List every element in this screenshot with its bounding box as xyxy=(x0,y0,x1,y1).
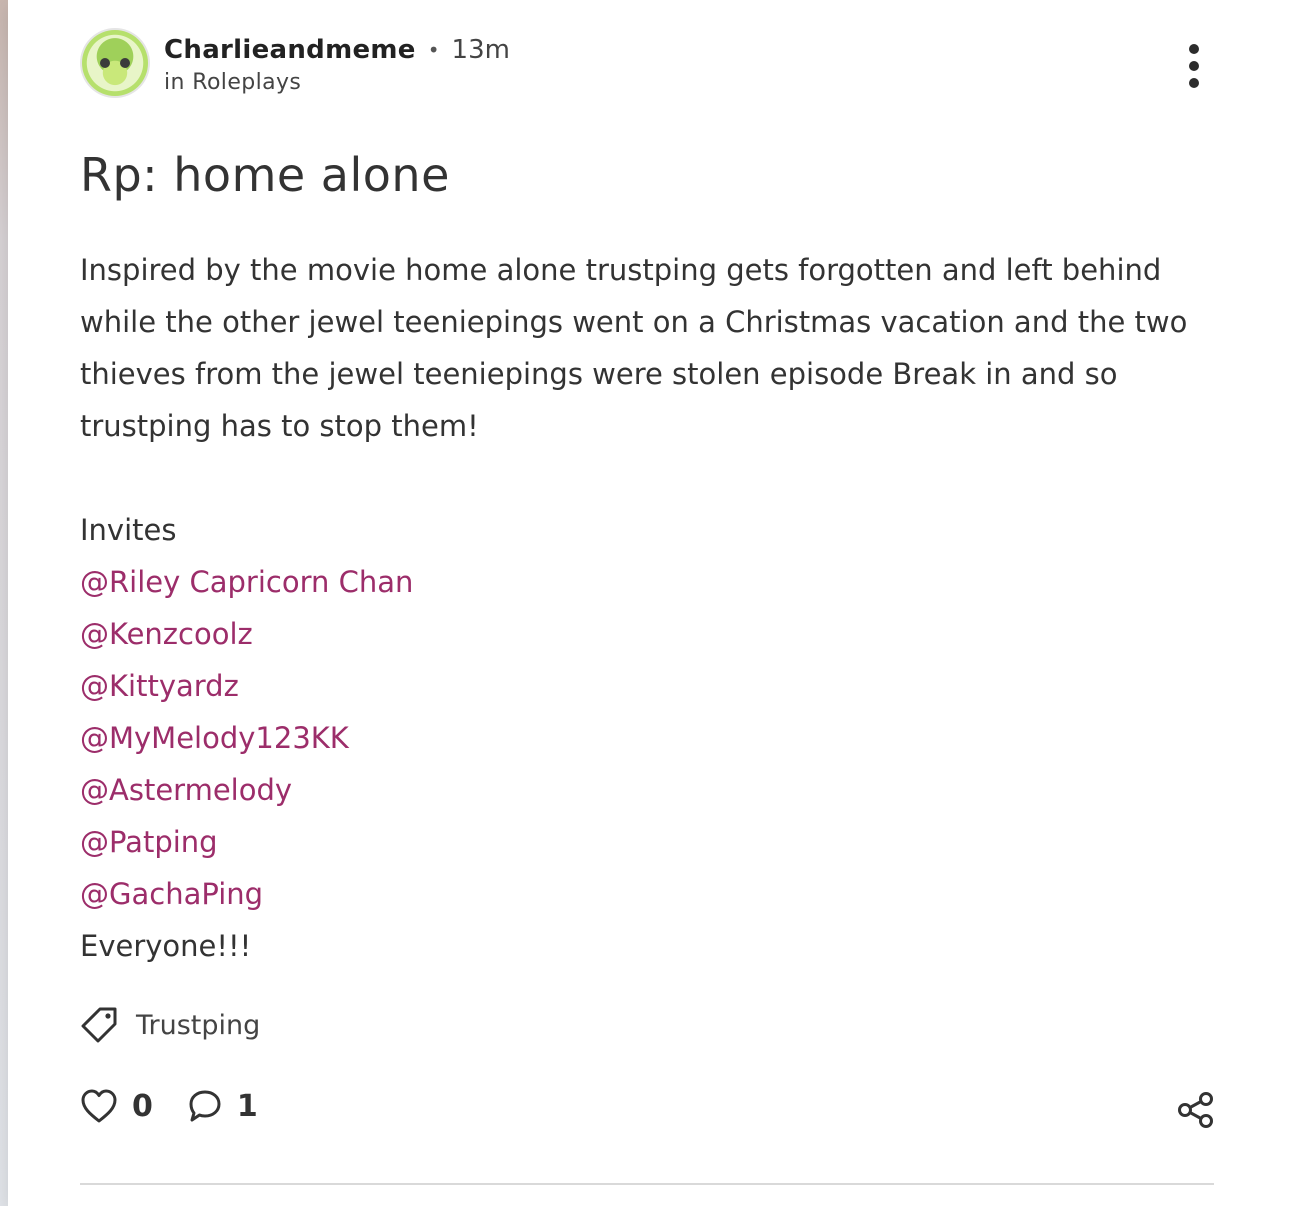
invites-section: Invites @Riley Capricorn Chan @Kenzcoolz… xyxy=(80,504,413,972)
more-options-button[interactable] xyxy=(1182,44,1206,88)
comment-button[interactable]: 1 xyxy=(187,1088,258,1124)
like-count: 0 xyxy=(132,1088,153,1124)
heart-icon xyxy=(81,1089,117,1123)
mention-link[interactable]: @MyMelody123KK xyxy=(80,712,413,764)
post-time: 13m xyxy=(451,34,510,65)
avatar-image xyxy=(82,30,148,96)
mention-link[interactable]: @Astermelody xyxy=(80,764,413,816)
mention-link[interactable]: @Patping xyxy=(80,816,413,868)
mention-link[interactable]: @GachaPing xyxy=(80,868,413,920)
more-vertical-icon xyxy=(1189,44,1199,54)
background-edge xyxy=(0,0,8,1206)
mention-link[interactable]: @Kenzcoolz xyxy=(80,608,413,660)
post-card: Charlieandmeme • 13m in Roleplays Rp: ho… xyxy=(8,0,1290,1206)
mention-link[interactable]: @Riley Capricorn Chan xyxy=(80,556,413,608)
post-body: Inspired by the movie home alone trustpi… xyxy=(80,253,1188,443)
post-actions: 0 1 xyxy=(80,1088,292,1124)
invites-heading: Invites xyxy=(80,513,177,547)
tag-chip[interactable]: Trustping xyxy=(80,1006,260,1044)
like-button[interactable]: 0 xyxy=(80,1088,153,1124)
post-title: Rp: home alone xyxy=(80,148,450,202)
avatar[interactable] xyxy=(80,28,150,98)
comment-count: 1 xyxy=(236,1088,258,1124)
separator-dot: • xyxy=(427,37,440,62)
closing-text: Everyone!!! xyxy=(80,929,252,963)
comment-icon xyxy=(189,1090,221,1122)
tag-icon xyxy=(81,1007,117,1043)
divider xyxy=(80,1183,1214,1185)
author-name[interactable]: Charlieandmeme xyxy=(164,35,416,65)
share-icon xyxy=(1178,1092,1213,1128)
mention-link[interactable]: @Kittyardz xyxy=(80,660,413,712)
share-button[interactable] xyxy=(1176,1090,1216,1134)
post-header: Charlieandmeme • 13m in Roleplays xyxy=(80,28,510,98)
tag-label: Trustping xyxy=(136,1009,261,1041)
post-meta: Charlieandmeme • 13m in Roleplays xyxy=(164,32,510,95)
community-link[interactable]: in Roleplays xyxy=(164,70,510,95)
